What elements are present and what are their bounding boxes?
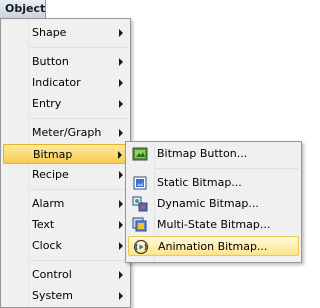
menu-item-label: Recipe [32, 168, 69, 181]
bitmap-submenu: Bitmap Button... Static Bitmap... Dynami… [125, 141, 302, 263]
menu-item-label: Multi-State Bitmap... [157, 218, 271, 231]
menu-item-recipe[interactable]: Recipe [3, 165, 128, 185]
menu-separator [30, 47, 128, 48]
submenu-arrow-icon [119, 221, 123, 229]
menu-item-control[interactable]: Control [3, 265, 128, 285]
menu-item-label: Animation Bitmap... [158, 240, 268, 253]
menu-item-label: Clock [32, 239, 62, 252]
submenu-arrow-icon [119, 79, 123, 87]
submenu-arrow-icon [119, 200, 123, 208]
submenu-arrow-icon [119, 58, 123, 66]
multi-state-bitmap-icon [132, 217, 147, 232]
menu-item-label: Dynamic Bitmap... [157, 197, 259, 210]
menu-separator [30, 260, 128, 261]
menu-item-meter-graph[interactable]: Meter/Graph [3, 123, 128, 143]
menu-item-label: Control [32, 268, 72, 281]
submenu-arrow-icon [119, 292, 123, 300]
submenu-arrow-icon [119, 29, 123, 37]
menu-item-label: Static Bitmap... [157, 176, 242, 189]
object-menu: Shape Button Indicator Entry Meter/Graph… [0, 18, 131, 308]
submenu-arrow-icon [119, 271, 123, 279]
object-menu-label: Object [5, 2, 46, 15]
menu-item-label: Entry [32, 97, 62, 110]
menu-item-text[interactable]: Text [3, 215, 128, 235]
menu-item-dynamic-bitmap[interactable]: Dynamic Bitmap... [128, 194, 299, 214]
menu-item-label: System [32, 289, 74, 302]
menu-item-indicator[interactable]: Indicator [3, 73, 128, 93]
menu-separator [155, 168, 299, 169]
menu-item-label: Shape [32, 26, 67, 39]
submenu-arrow-icon [119, 100, 123, 108]
object-menu-button[interactable]: Object [0, 0, 46, 19]
menu-item-label: Bitmap Button... [157, 147, 248, 160]
menu-item-label: Button [32, 55, 69, 68]
menu-item-system[interactable]: System [3, 286, 128, 306]
menu-item-entry[interactable]: Entry [3, 94, 128, 114]
menu-item-button[interactable]: Button [3, 52, 128, 72]
menu-item-multi-state-bitmap[interactable]: Multi-State Bitmap... [128, 215, 299, 235]
menu-item-label: Bitmap [33, 148, 73, 161]
submenu-arrow-icon [119, 129, 123, 137]
menu-item-shape[interactable]: Shape [3, 23, 128, 43]
menu-item-label: Meter/Graph [32, 126, 102, 139]
menu-item-bitmap-button[interactable]: Bitmap Button... [128, 144, 299, 164]
menu-item-label: Alarm [32, 197, 65, 210]
submenu-arrow-icon [118, 151, 122, 159]
submenu-arrow-icon [119, 242, 123, 250]
menu-item-clock[interactable]: Clock [3, 236, 128, 256]
menu-separator [30, 189, 128, 190]
menu-separator [30, 118, 128, 119]
bitmap-button-icon [132, 147, 148, 161]
menu-item-animation-bitmap[interactable]: Animation Bitmap... [128, 236, 299, 256]
menu-item-static-bitmap[interactable]: Static Bitmap... [128, 173, 299, 193]
submenu-arrow-icon [119, 171, 123, 179]
animation-bitmap-icon [133, 239, 149, 255]
menu-item-label: Indicator [32, 76, 81, 89]
menu-item-bitmap[interactable]: Bitmap [3, 144, 128, 164]
static-bitmap-icon [133, 176, 147, 190]
menu-item-label: Text [32, 218, 55, 231]
menu-item-alarm[interactable]: Alarm [3, 194, 128, 214]
dynamic-bitmap-icon [132, 196, 148, 212]
